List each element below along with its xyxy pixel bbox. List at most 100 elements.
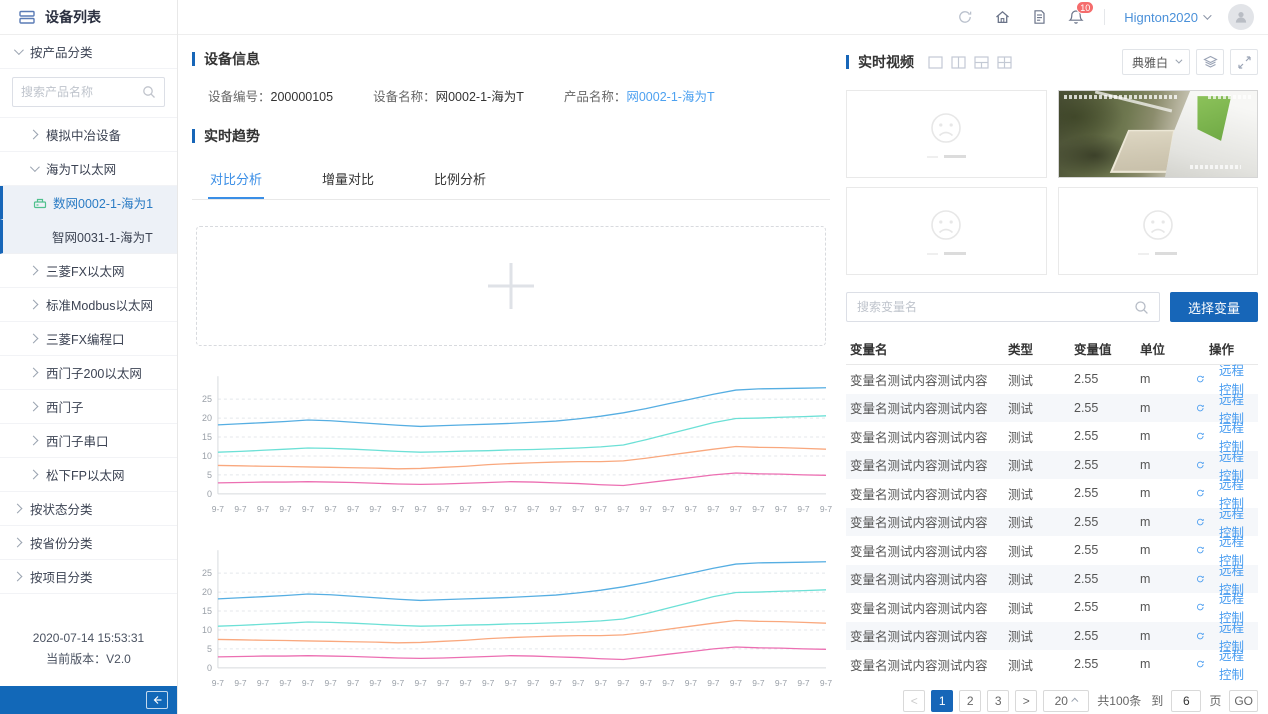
user-menu[interactable]: Hignton2020 bbox=[1124, 10, 1209, 25]
sidebar-item-5[interactable]: 标准Modbus以太网 bbox=[0, 288, 177, 322]
camera-osd-bottom bbox=[1190, 165, 1242, 169]
video-feed[interactable] bbox=[1058, 90, 1259, 178]
home-icon[interactable] bbox=[993, 8, 1011, 26]
svg-text:9-7: 9-7 bbox=[392, 504, 405, 514]
svg-text:9-7: 9-7 bbox=[730, 504, 743, 514]
sidebar-item-3[interactable]: 智网0031-1-海为T bbox=[0, 220, 177, 254]
goto-page-input[interactable] bbox=[1171, 690, 1201, 712]
sidebar-item-4[interactable]: 三菱FX以太网 bbox=[0, 254, 177, 288]
right-column: 实时视频 典雅白 bbox=[840, 35, 1268, 714]
tab-0[interactable]: 对比分析 bbox=[208, 159, 264, 199]
cell-variable-name: 变量名测试内容测试内容 bbox=[846, 655, 1008, 674]
sidebar-item-label: 海为T以太网 bbox=[46, 159, 116, 178]
sidebar-item-9[interactable]: 西门子串口 bbox=[0, 424, 177, 458]
svg-text:9-7: 9-7 bbox=[437, 678, 450, 688]
cell-type: 测试 bbox=[1008, 455, 1074, 474]
sidebar-collapse-bar bbox=[0, 686, 177, 714]
chevron-right-icon bbox=[13, 504, 23, 514]
svg-text:9-7: 9-7 bbox=[707, 504, 720, 514]
svg-text:9-7: 9-7 bbox=[324, 504, 337, 514]
svg-text:9-7: 9-7 bbox=[685, 504, 698, 514]
cell-unit: m bbox=[1140, 543, 1196, 557]
tab-1[interactable]: 增量对比 bbox=[320, 159, 376, 199]
svg-text:5: 5 bbox=[207, 644, 212, 654]
add-variable-dropzone[interactable] bbox=[196, 226, 826, 346]
sidebar-section-2[interactable]: 按项目分类 bbox=[0, 560, 177, 594]
svg-text:9-7: 9-7 bbox=[685, 678, 698, 688]
remote-control-icon bbox=[1196, 630, 1205, 642]
svg-text:9-7: 9-7 bbox=[640, 504, 653, 514]
chevron-right-icon bbox=[29, 266, 39, 276]
cell-variable-name: 变量名测试内容测试内容 bbox=[846, 455, 1008, 474]
cell-variable-name: 变量名测试内容测试内容 bbox=[846, 541, 1008, 560]
theme-select[interactable]: 典雅白 bbox=[1122, 49, 1190, 75]
fullscreen-icon[interactable] bbox=[1230, 49, 1258, 75]
prev-page-button[interactable]: < bbox=[903, 690, 925, 712]
page-button-1[interactable]: 1 bbox=[931, 690, 953, 712]
layout-four-icon[interactable] bbox=[997, 56, 1012, 69]
svg-text:20: 20 bbox=[202, 587, 212, 597]
page-button-3[interactable]: 3 bbox=[987, 690, 1009, 712]
trend-chart-2: 05101520259-79-79-79-79-79-79-79-79-79-7… bbox=[192, 544, 830, 694]
video-placeholder[interactable] bbox=[846, 187, 1047, 275]
sidebar-item-6[interactable]: 三菱FX编程口 bbox=[0, 322, 177, 356]
layout-three-icon[interactable] bbox=[974, 56, 989, 69]
product-search-input[interactable] bbox=[21, 85, 142, 99]
svg-text:9-7: 9-7 bbox=[662, 504, 675, 514]
sidebar-item-label: 智网0031-1-海为T bbox=[52, 227, 153, 246]
sidebar-item-8[interactable]: 西门子 bbox=[0, 390, 177, 424]
select-variable-button[interactable]: 选择变量 bbox=[1170, 292, 1258, 322]
next-page-button[interactable]: > bbox=[1015, 690, 1037, 712]
cell-type: 测试 bbox=[1008, 569, 1074, 588]
sidebar-item-2[interactable]: 数网0002-1-海为1 bbox=[0, 186, 177, 220]
video-grid bbox=[846, 90, 1258, 275]
sidebar-search-box[interactable] bbox=[12, 77, 165, 107]
remote-control-link[interactable]: 远程控制 bbox=[1196, 645, 1244, 683]
placeholder-line bbox=[1138, 253, 1149, 255]
svg-text:9-7: 9-7 bbox=[707, 678, 720, 688]
cell-unit: m bbox=[1140, 372, 1196, 386]
svg-text:9-7: 9-7 bbox=[505, 504, 518, 514]
sidebar-section-1[interactable]: 按省份分类 bbox=[0, 526, 177, 560]
sidebar-section-0[interactable]: 按状态分类 bbox=[0, 492, 177, 526]
cell-unit: m bbox=[1140, 486, 1196, 500]
video-placeholder[interactable] bbox=[1058, 187, 1259, 275]
sidebar-item-label: 西门子串口 bbox=[46, 431, 109, 450]
page-button-2[interactable]: 2 bbox=[959, 690, 981, 712]
video-placeholder[interactable] bbox=[846, 90, 1047, 178]
sidebar-section-product-category[interactable]: 按产品分类 bbox=[0, 35, 177, 69]
svg-text:9-7: 9-7 bbox=[730, 678, 743, 688]
avatar[interactable] bbox=[1228, 4, 1254, 30]
placeholder-caption bbox=[927, 155, 966, 158]
sidebar-item-1[interactable]: 海为T以太网 bbox=[0, 152, 177, 186]
sidebar-section-label: 按项目分类 bbox=[30, 567, 93, 586]
pagination: <123>20共100条到页GO bbox=[846, 690, 1258, 712]
cell-variable-name: 变量名测试内容测试内容 bbox=[846, 398, 1008, 417]
svg-text:9-7: 9-7 bbox=[527, 678, 540, 688]
document-icon[interactable] bbox=[1030, 8, 1048, 26]
svg-text:9-7: 9-7 bbox=[414, 678, 427, 688]
chevron-down-icon bbox=[30, 162, 40, 172]
chevron-right-icon bbox=[29, 300, 39, 310]
refresh-icon[interactable] bbox=[956, 8, 974, 26]
variable-search-box[interactable] bbox=[846, 292, 1160, 322]
field-label: 产品名称： bbox=[564, 90, 627, 104]
sidebar-item-0[interactable]: 模拟中冶设备 bbox=[0, 118, 177, 152]
layers-icon[interactable] bbox=[1196, 49, 1224, 75]
tab-2[interactable]: 比例分析 bbox=[432, 159, 488, 199]
svg-text:15: 15 bbox=[202, 432, 212, 442]
layout-two-icon[interactable] bbox=[951, 56, 966, 69]
cell-variable-name: 变量名测试内容测试内容 bbox=[846, 512, 1008, 531]
collapse-sidebar-button[interactable] bbox=[146, 691, 168, 709]
go-button[interactable]: GO bbox=[1229, 690, 1258, 712]
layout-single-icon[interactable] bbox=[928, 56, 943, 69]
cell-unit: m bbox=[1140, 629, 1196, 643]
product-name-link[interactable]: 网0002-1-海为T bbox=[626, 90, 714, 104]
sidebar-item-7[interactable]: 西门子200以太网 bbox=[0, 356, 177, 390]
svg-text:9-7: 9-7 bbox=[820, 504, 832, 514]
sidebar-item-10[interactable]: 松下FP以太网 bbox=[0, 458, 177, 492]
variable-search-input[interactable] bbox=[857, 300, 1134, 314]
footer-version: 当前版本：V2.0 bbox=[0, 649, 177, 670]
page-size-select[interactable]: 20 bbox=[1043, 690, 1089, 712]
bell-icon[interactable]: 10 bbox=[1067, 8, 1085, 26]
